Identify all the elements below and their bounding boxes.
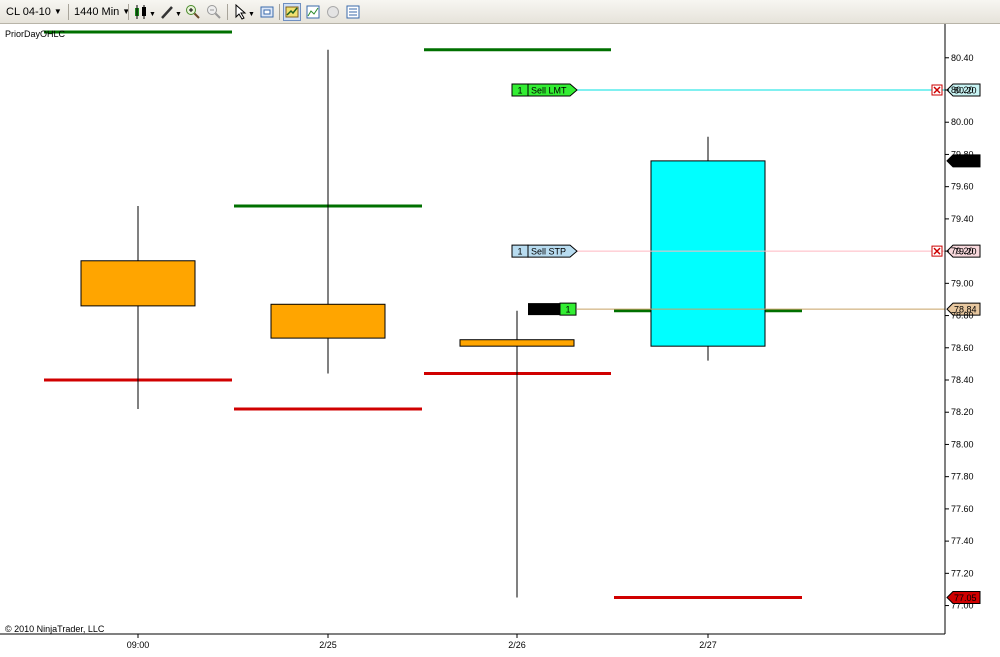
instrument-selector[interactable]: CL 04-10 ▼ (6, 3, 62, 21)
time-tick-label: 2/25 (319, 640, 337, 650)
position-qty: 1 (565, 305, 570, 315)
order-label: Sell STP (531, 247, 566, 257)
cursor-mode-button[interactable]: ▼ (232, 3, 256, 21)
price-tick-label: 79.60 (951, 182, 974, 192)
price-tick-label: 77.80 (951, 472, 974, 482)
copyright-text: © 2010 NinjaTrader, LLC (5, 624, 105, 634)
zoom-out-button[interactable] (205, 3, 223, 21)
price-tick-label: 77.60 (951, 504, 974, 514)
svg-text:▼: ▼ (175, 11, 181, 18)
time-tick-label: 2/27 (699, 640, 717, 650)
chart-toolbar: CL 04-10 ▼ 1440 Min ▼ ▼ ▼ ▼ (0, 0, 1000, 24)
price-tick-label: 79.20 (951, 246, 974, 256)
candle-body (80, 260, 196, 307)
time-tick-label: 09:00 (127, 640, 150, 650)
chart-style-button[interactable]: ▼ (132, 3, 156, 21)
zoom-in-icon (186, 5, 200, 19)
zoom-out-icon (207, 5, 221, 19)
candlestick-icon: ▼ (135, 5, 155, 19)
drawing-tools-button[interactable]: ▼ (158, 3, 182, 21)
instrument-label: CL 04-10 (6, 6, 51, 18)
chart-trader-button[interactable] (283, 3, 301, 21)
interval-label: 1440 Min (74, 6, 120, 18)
toolbar-divider (68, 4, 69, 20)
time-tick-label: 2/26 (508, 640, 526, 650)
indicators-icon (306, 5, 320, 19)
price-tick-label: 79.00 (951, 278, 974, 288)
properties-button[interactable] (344, 3, 362, 21)
interval-selector[interactable]: 1440 Min ▼ (74, 3, 130, 21)
price-tick-label: 78.80 (951, 311, 974, 321)
indicators-button[interactable] (304, 3, 322, 21)
price-tick-label: 79.40 (951, 214, 974, 224)
candle-body (650, 160, 766, 347)
price-tick-label: 78.00 (951, 439, 974, 449)
price-tick-label: 77.20 (951, 568, 974, 578)
price-tick-label: 80.20 (951, 85, 974, 95)
indicator-label: PriorDayOHLC (5, 29, 66, 39)
order-qty: 1 (517, 247, 522, 257)
svg-text:▼: ▼ (149, 11, 155, 18)
order-qty: 1 (517, 86, 522, 96)
svg-text:▼: ▼ (248, 11, 255, 18)
price-marker-label: 79.76 (954, 156, 977, 166)
candle-body (270, 303, 386, 339)
price-tick-label: 78.60 (951, 343, 974, 353)
strategies-button[interactable] (324, 3, 342, 21)
toolbar-divider (227, 4, 228, 20)
zoom-in-button[interactable] (184, 3, 202, 21)
toolbar-divider (279, 4, 280, 20)
order-label: Sell LMT (531, 86, 567, 96)
candle-body (459, 339, 575, 347)
price-tick-label: 80.00 (951, 117, 974, 127)
position-pnl: 0.91 (535, 305, 553, 315)
price-tick-label: 77.40 (951, 536, 974, 546)
price-chart[interactable]: 1 Sell LMT 80.201 Sell STP 79.200.91 1 78.84 8… (0, 24, 1000, 657)
snapshot-icon (260, 6, 274, 18)
chart-trader-icon (285, 6, 299, 18)
chevron-down-icon: ▼ (53, 7, 62, 16)
properties-icon (346, 5, 360, 19)
price-marker-label: 77.05 (954, 593, 977, 603)
price-tick-label: 78.20 (951, 407, 974, 417)
snapshot-button[interactable] (258, 3, 276, 21)
toolbar-divider (128, 4, 129, 20)
price-tick-label: 78.40 (951, 375, 974, 385)
pencil-icon: ▼ (161, 6, 181, 19)
price-tick-label: 80.40 (951, 53, 974, 63)
cursor-icon: ▼ (235, 4, 255, 20)
strategies-icon (327, 6, 339, 18)
